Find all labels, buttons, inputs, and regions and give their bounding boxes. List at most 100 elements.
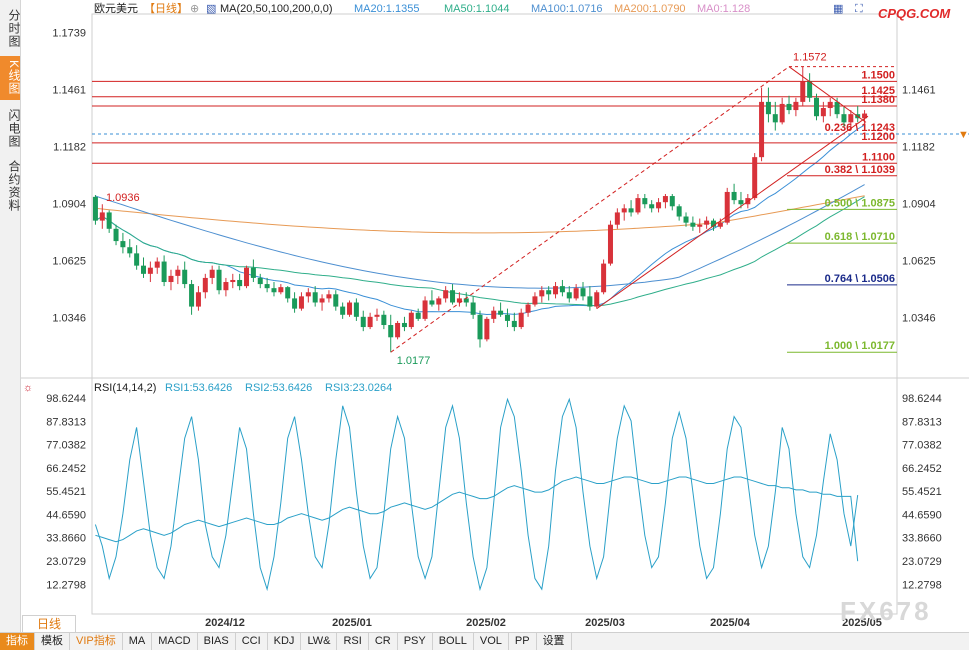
candle-body [498, 310, 504, 315]
candle-body [216, 269, 222, 291]
candle-body [99, 212, 105, 221]
period-label: 【日线】 [144, 1, 188, 15]
candle-body [504, 314, 510, 321]
candle-body [278, 287, 284, 293]
rsi-axis-left-2: 77.0382 [46, 440, 86, 452]
candle-body [113, 228, 119, 242]
candle-body [635, 198, 641, 213]
toolbar-item-10[interactable]: CR [369, 633, 398, 650]
rsi-axis-right-1: 87.8313 [902, 416, 942, 428]
ma-value-0: MA20:1.1355 [354, 3, 419, 15]
candle-body [807, 81, 813, 98]
candle-body [298, 296, 304, 309]
candle-body [628, 208, 634, 213]
toolbar-item-0[interactable]: 指标 [0, 633, 35, 650]
tab-timeshare[interactable]: 分时图 [0, 4, 21, 52]
left-tab-bar: 分时图 K线图 闪电图 合约资料 [0, 0, 21, 632]
candle-body [422, 300, 428, 319]
candle-body [690, 222, 696, 227]
rsi-axis-right-6: 33.8660 [902, 533, 942, 545]
rsi-axis-left-6: 33.8660 [46, 533, 86, 545]
start-annotation: 1.0936 [106, 192, 140, 204]
toolbar-item-7[interactable]: KDJ [268, 633, 302, 650]
toolbar-item-11[interactable]: PSY [398, 633, 433, 650]
candle-body [429, 300, 435, 305]
candle-body [257, 277, 263, 285]
candle-body [127, 247, 133, 254]
price-axis-right-4: 1.0625 [902, 256, 936, 268]
toolbar-item-4[interactable]: MACD [152, 633, 198, 650]
candle-body [697, 224, 703, 227]
candle-body [511, 320, 517, 328]
x-axis-label-3: 2025/03 [585, 617, 625, 629]
rsi-axis-left-0: 98.6244 [46, 393, 86, 405]
candle-body [367, 316, 373, 328]
candle-body [106, 212, 112, 229]
layout-icon: ▦ [833, 3, 843, 15]
tab-flash[interactable]: 闪电图 [0, 104, 21, 152]
toolbar-item-12[interactable]: BOLL [433, 633, 474, 650]
toolbar-item-5[interactable]: BIAS [198, 633, 236, 650]
tab-kline[interactable]: K线图 [0, 56, 21, 100]
candle-body [147, 267, 153, 274]
x-axis-label-2: 2025/02 [466, 617, 506, 629]
candle-body [731, 191, 737, 201]
price-axis-left-5: 1.0346 [52, 313, 86, 325]
candle-body [484, 318, 490, 340]
toolbar-item-2[interactable]: VIP指标 [70, 633, 123, 650]
fib-label-8: 0.618 \ 1.0710 [825, 231, 895, 243]
candle-body [477, 314, 483, 340]
candle-body [724, 191, 730, 223]
symbol-name: 欧元美元 [94, 2, 138, 15]
rsi-axis-right-0: 98.6244 [902, 393, 942, 405]
candle-body [401, 322, 407, 328]
candle-body [195, 292, 201, 307]
candle-body [134, 253, 140, 266]
toolbar-item-8[interactable]: LW& [301, 633, 338, 650]
x-axis-label-0: 2024/12 [205, 617, 245, 629]
candle-body [395, 322, 401, 338]
candle-body [772, 114, 778, 123]
candle-body [92, 196, 98, 221]
high-annotation: 1.1572 [793, 52, 827, 64]
candle-body [154, 261, 160, 268]
toolbar-item-6[interactable]: CCI [236, 633, 268, 650]
candle-body [793, 101, 799, 111]
toolbar-item-9[interactable]: RSI [337, 633, 369, 650]
candle-body [559, 286, 565, 293]
candle-body [786, 103, 792, 111]
candle-body [820, 108, 826, 117]
low-annotation: 1.0177 [397, 355, 431, 367]
candle-body [120, 241, 126, 248]
x-axis-label-4: 2025/04 [710, 617, 751, 629]
settings-icon: ⊕ [190, 3, 199, 15]
rsi-axis-right-3: 66.2452 [902, 463, 942, 475]
candle-body [827, 101, 833, 109]
ma-value-3: MA200:1.0790 [614, 3, 686, 15]
candle-body [305, 292, 311, 297]
toolbar-item-13[interactable]: VOL [474, 633, 509, 650]
candle-body [333, 294, 339, 307]
toolbar-item-3[interactable]: MA [123, 633, 153, 650]
price-axis-right-5: 1.0346 [902, 313, 936, 325]
toolbar-item-1[interactable]: 模板 [35, 633, 70, 650]
price-axis-right-2: 1.1182 [902, 142, 935, 154]
price-axis-left-2: 1.1182 [53, 142, 86, 154]
candle-body [292, 298, 298, 309]
candle-body [202, 277, 208, 293]
candle-body [518, 312, 524, 328]
rsi-axis-left-1: 87.8313 [46, 416, 86, 428]
candle-body [800, 81, 806, 102]
candle-body [450, 290, 456, 303]
rsi-series-1 [95, 476, 859, 562]
candle-body [532, 296, 538, 305]
indicator-toolbar: 指标 模板 VIP指标 MA MACD BIAS CCI KDJ LW& RSI CR PSY BOLL… [0, 632, 969, 650]
candle-body [765, 101, 771, 115]
toolbar-item-14[interactable]: PP [509, 633, 537, 650]
tab-contract-info[interactable]: 合约资料 [0, 156, 21, 216]
candle-body [566, 292, 572, 299]
candle-body [326, 294, 332, 299]
candle-body [340, 306, 346, 315]
candle-body [669, 196, 675, 207]
toolbar-item-15[interactable]: 设置 [537, 633, 572, 650]
